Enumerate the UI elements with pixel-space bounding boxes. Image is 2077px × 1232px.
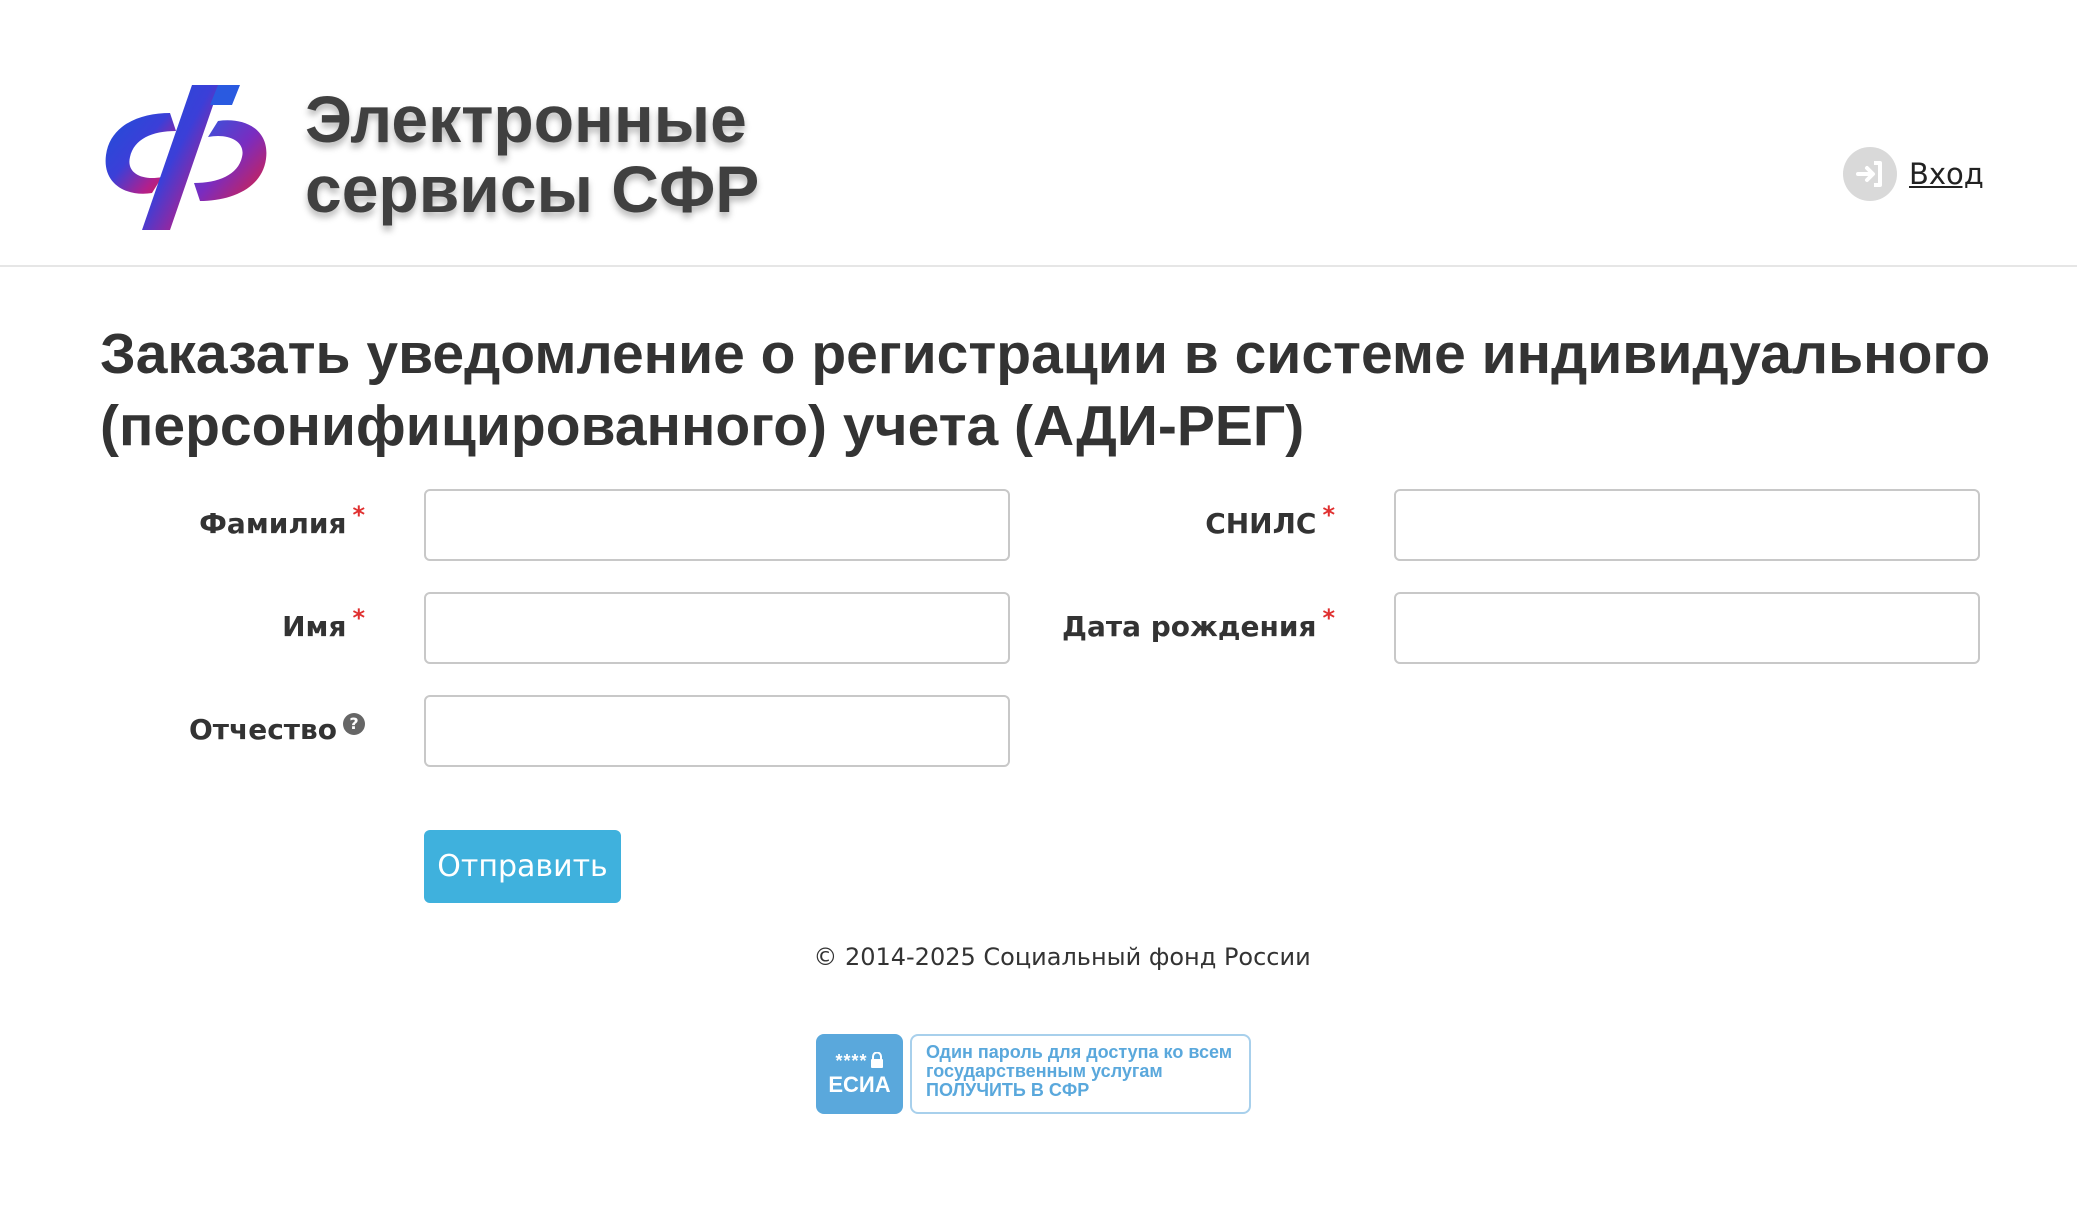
login-label: Вход xyxy=(1909,157,1984,191)
patronymic-input[interactable] xyxy=(424,695,1010,767)
esia-line-2: государственным услугам xyxy=(926,1061,1163,1081)
patronymic-label: Отчество? xyxy=(189,710,365,750)
esia-line-1: Один пароль для доступа ко всем xyxy=(926,1042,1233,1062)
esia-banner[interactable]: **** ЕСИА Один пароль для доступа ко все… xyxy=(816,1034,1251,1114)
esia-password-icon: **** xyxy=(835,1050,883,1072)
login-link[interactable]: Вход xyxy=(1843,146,1984,202)
esia-badge: **** ЕСИА xyxy=(816,1034,903,1114)
required-mark: * xyxy=(1322,603,1335,632)
copyright: © 2014-2025 Социальный фонд России xyxy=(813,943,1311,971)
required-mark: * xyxy=(352,603,365,632)
brand-title[interactable]: Электронные сервисы СФР xyxy=(305,84,759,224)
lock-icon xyxy=(870,1051,883,1068)
sign-in-icon xyxy=(1843,147,1897,201)
snils-input[interactable] xyxy=(1394,489,1980,561)
birthdate-input[interactable] xyxy=(1394,592,1980,664)
site-header: Электронные сервисы СФР Вход xyxy=(0,0,2077,267)
esia-badge-label: ЕСИА xyxy=(828,1072,891,1097)
required-mark: * xyxy=(352,500,365,529)
submit-button[interactable]: Отправить xyxy=(424,830,621,903)
brand-line-1: Электронные xyxy=(305,82,747,156)
name-input[interactable] xyxy=(424,592,1010,664)
page-title: Заказать уведомление о регистрации в сис… xyxy=(100,322,1991,458)
brand-line-2: сервисы СФР xyxy=(305,152,760,226)
sfr-logo[interactable] xyxy=(100,85,270,230)
snils-label: СНИЛС * xyxy=(1205,500,1335,540)
esia-line-3: ПОЛУЧИТЬ В СФР xyxy=(926,1080,1090,1100)
birthdate-label: Дата рождения * xyxy=(1062,603,1335,643)
surname-label: Фамилия * xyxy=(199,500,365,540)
esia-info: Один пароль для доступа ко всем государс… xyxy=(910,1034,1251,1114)
help-icon[interactable]: ? xyxy=(343,712,365,735)
name-label: Имя * xyxy=(282,603,365,643)
surname-input[interactable] xyxy=(424,489,1010,561)
required-mark: * xyxy=(1322,500,1335,529)
